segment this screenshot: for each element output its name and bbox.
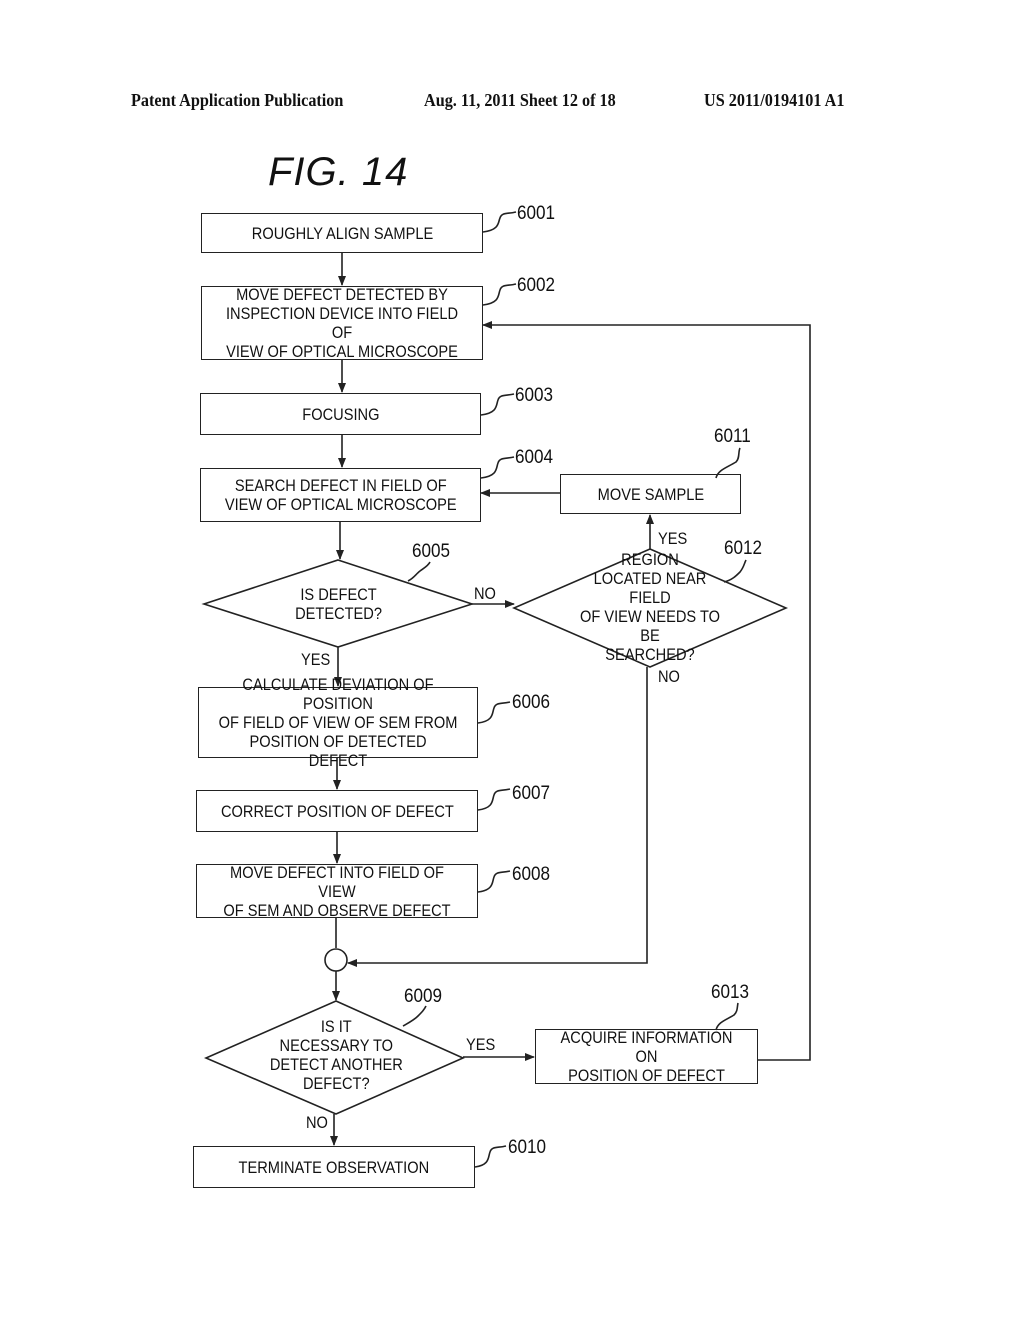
leader-6003 xyxy=(480,393,515,416)
step-6008-box: MOVE DEFECT INTO FIELD OF VIEW OF SEM AN… xyxy=(196,862,478,920)
step-6013-text: ACQUIRE INFORMATION ON POSITION OF DEFEC… xyxy=(560,1028,733,1085)
decision-6012-text-wrap: REGION LOCATED NEAR FIELD OF VIEW NEEDS … xyxy=(560,550,740,664)
label-6009-yes: YES xyxy=(466,1035,496,1054)
ref-6004: 6004 xyxy=(515,447,554,468)
step-6006-text: CALCULATE DEVIATION OF POSITION OF FIELD… xyxy=(218,675,458,770)
step-6003-text: FOCUSING xyxy=(301,404,380,424)
leader-6002 xyxy=(482,283,517,306)
step-6010-text: TERMINATE OBSERVATION xyxy=(238,1157,430,1177)
label-6012-yes: YES xyxy=(658,529,688,548)
label-6012-no: NO xyxy=(658,667,680,686)
step-6011-box: MOVE SAMPLE xyxy=(560,474,741,514)
decision-6005-text: IS DEFECT DETECTED? xyxy=(295,585,383,623)
step-6004-box: SEARCH DEFECT IN FIELD OF VIEW OF OPTICA… xyxy=(200,468,481,522)
ref-6013: 6013 xyxy=(711,982,750,1003)
ref-6012: 6012 xyxy=(724,538,763,559)
step-6006-box: CALCULATE DEVIATION OF POSITION OF FIELD… xyxy=(198,675,478,770)
step-6001-text: ROUGHLY ALIGN SAMPLE xyxy=(251,223,433,243)
decision-6009-text-wrap: IS IT NECESSARY TO DETECT ANOTHER DEFECT… xyxy=(256,1014,416,1096)
step-6013-box: ACQUIRE INFORMATION ON POSITION OF DEFEC… xyxy=(535,1028,758,1085)
leader-6010 xyxy=(474,1145,507,1168)
step-6002-text: MOVE DEFECT DETECTED BY INSPECTION DEVIC… xyxy=(225,285,459,361)
leader-6001 xyxy=(482,211,517,233)
ref-6011: 6011 xyxy=(714,426,751,447)
leader-6013 xyxy=(715,1002,739,1031)
ref-6006: 6006 xyxy=(512,692,551,713)
step-6011-text: MOVE SAMPLE xyxy=(597,484,704,504)
leader-6008 xyxy=(477,870,511,893)
decision-6012-text: REGION LOCATED NEAR FIELD OF VIEW NEEDS … xyxy=(579,550,720,664)
leader-6005 xyxy=(407,561,431,582)
ref-6002: 6002 xyxy=(517,275,556,296)
ref-6001: 6001 xyxy=(517,203,556,224)
flowchart-connectors xyxy=(201,211,811,1168)
step-6002-box: MOVE DEFECT DETECTED BY INSPECTION DEVIC… xyxy=(201,285,483,361)
ref-6008: 6008 xyxy=(512,864,551,885)
ref-6007: 6007 xyxy=(512,783,551,804)
leader-6004 xyxy=(480,456,515,479)
label-6005-no: NO xyxy=(474,584,496,603)
decision-6005-text-wrap: IS DEFECT DETECTED? xyxy=(254,580,424,628)
label-6005-yes: YES xyxy=(301,650,331,669)
ref-6010: 6010 xyxy=(508,1137,547,1158)
ref-6009: 6009 xyxy=(404,986,443,1007)
step-6003-box: FOCUSING xyxy=(200,393,481,435)
leader-6007 xyxy=(477,788,511,811)
junction-node xyxy=(324,948,348,972)
label-6009-no: NO xyxy=(306,1113,328,1132)
decision-6009-text: IS IT NECESSARY TO DETECT ANOTHER DEFECT… xyxy=(269,1017,403,1093)
leader-6006 xyxy=(477,701,511,724)
ref-6003: 6003 xyxy=(515,385,554,406)
ref-6005: 6005 xyxy=(412,541,451,562)
step-6010-box: TERMINATE OBSERVATION xyxy=(193,1146,475,1188)
step-6008-text: MOVE DEFECT INTO FIELD OF VIEW OF SEM AN… xyxy=(223,862,451,920)
step-6007-box: CORRECT POSITION OF DEFECT xyxy=(196,790,478,832)
step-6001-box: ROUGHLY ALIGN SAMPLE xyxy=(201,213,483,253)
step-6007-text: CORRECT POSITION OF DEFECT xyxy=(220,801,454,821)
step-6004-text: SEARCH DEFECT IN FIELD OF VIEW OF OPTICA… xyxy=(224,476,457,514)
